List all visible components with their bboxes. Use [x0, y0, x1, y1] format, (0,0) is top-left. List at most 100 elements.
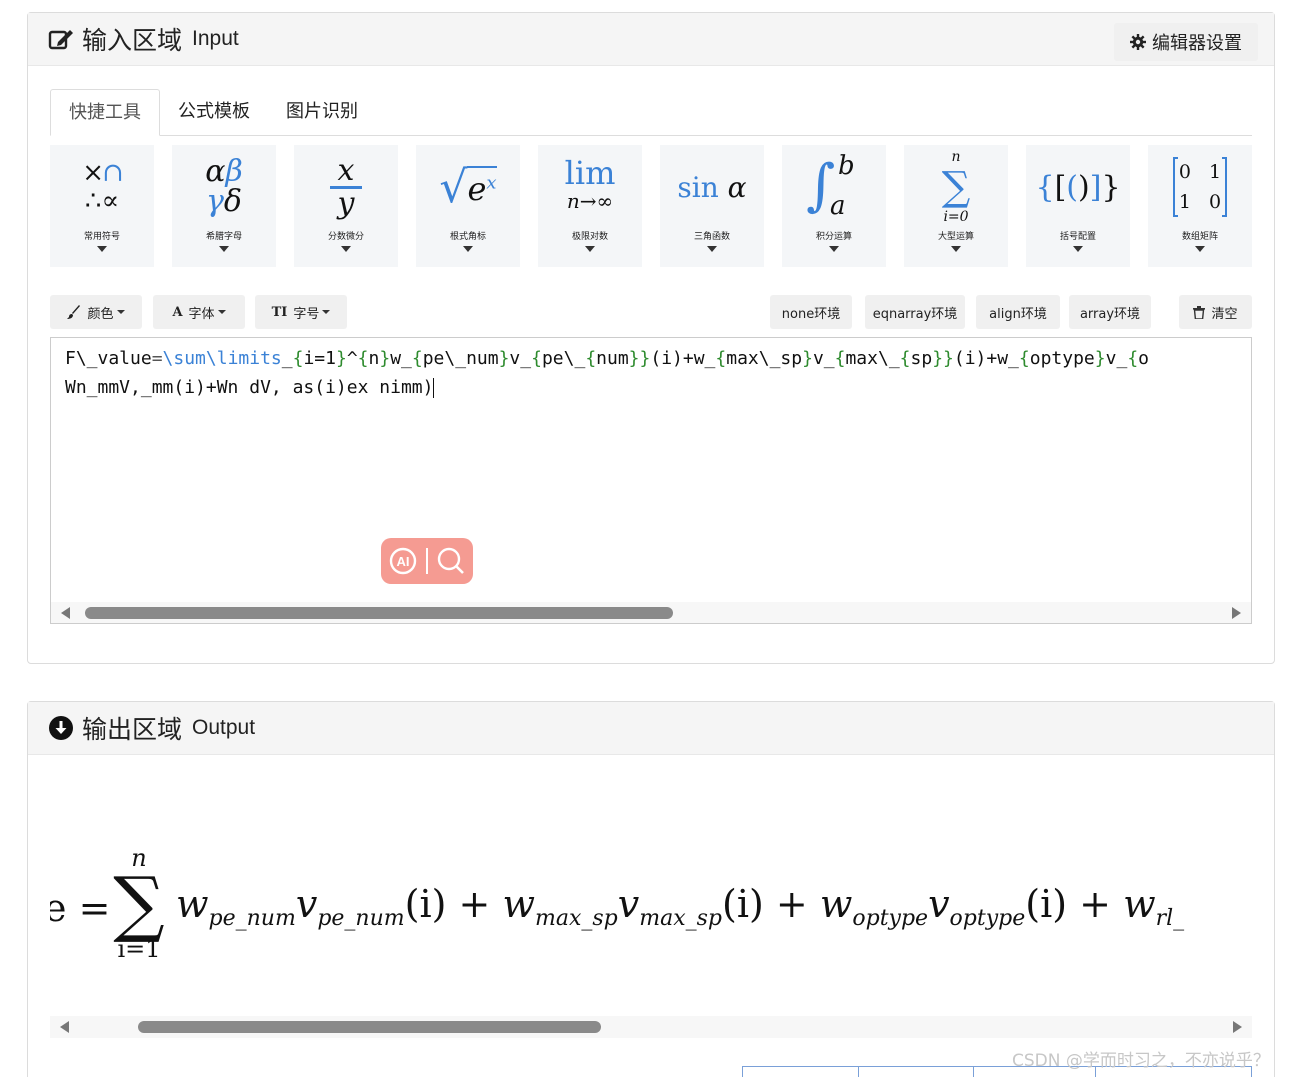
tab-quick-tools[interactable]: 快捷工具 [50, 89, 160, 136]
gear-icon [1130, 34, 1146, 50]
brackets-icon: {[()]} [1035, 169, 1121, 205]
chevron-down-icon [341, 246, 351, 252]
eqnarray-env-button[interactable]: eqnarray环境 [865, 295, 965, 329]
plus-sign: + [1079, 882, 1111, 926]
symbol-group-trig[interactable]: sin α 三角函数 [660, 145, 764, 267]
none-env-button[interactable]: none环境 [770, 295, 852, 329]
chevron-down-icon [219, 246, 229, 252]
latex-editor[interactable]: F\_value=\sum\limits_{i=1}^{n}w_{pe\_num… [50, 337, 1252, 624]
term-w-pe-sub: pe_num [208, 906, 296, 931]
symbol-group-fraction[interactable]: xy 分数微分 [294, 145, 398, 267]
arrow-circle-down-icon [49, 716, 73, 740]
symbol-group-greek[interactable]: αβ γδ 希腊字母 [172, 145, 276, 267]
integral-icon: ∫ b a [806, 151, 855, 221]
clear-label: 清空 [1211, 306, 1238, 322]
input-panel: 输入区域 Input 编辑器设置 快捷工具 公式模板 图片识别 ×∩ ∴∝ 常用… [27, 12, 1275, 664]
output-title-en: Output [192, 716, 256, 739]
ai-icon: AI [389, 547, 417, 575]
tool-tabs: 快捷工具 公式模板 图片识别 [50, 89, 1252, 136]
text-cursor [433, 378, 435, 398]
scroll-right-icon[interactable] [1232, 607, 1241, 619]
symbol-group-large-operator[interactable]: n ∑ i=0 大型运算 [904, 145, 1008, 267]
chevron-down-icon [1195, 246, 1205, 252]
chevron-down-icon [1073, 246, 1083, 252]
font-button[interactable]: A 字体 [153, 295, 245, 329]
fraction-icon: xy [330, 145, 362, 229]
symbol-group-label: 希腊字母 [205, 232, 242, 242]
trig-icon: sin α [677, 170, 747, 204]
symbol-group-common[interactable]: ×∩ ∴∝ 常用符号 [50, 145, 154, 267]
input-panel-title: 输入区域 Input [48, 21, 239, 57]
font-size-button[interactable]: TI 字号 [255, 295, 347, 329]
chevron-down-icon [829, 246, 839, 252]
scrollbar-thumb[interactable] [85, 607, 673, 619]
term-v-max: v [617, 882, 640, 926]
font-a-icon: A [172, 304, 183, 320]
symbol-group-label: 大型运算 [937, 232, 974, 242]
ai-search-badge[interactable]: AI [381, 538, 473, 584]
symbol-group-row: ×∩∴∝ 常用符号 αβγδ 希腊字母 xy 分数微分 √ex 根式角标 [50, 145, 1252, 267]
formula-lead-text: e = [50, 886, 111, 930]
summation: n ∑ i=1 [108, 846, 170, 962]
chevron-down-icon [217, 310, 226, 314]
svg-text:AI: AI [397, 554, 410, 569]
output-horizontal-scrollbar[interactable] [50, 1016, 1252, 1038]
chevron-down-icon [322, 310, 331, 314]
term-w-max-sub: max_sp [535, 906, 618, 931]
symbol-group-radical[interactable]: √ ex 根式角标 [416, 145, 520, 267]
clear-button[interactable]: 清空 [1179, 295, 1252, 329]
text-height-icon: TI [271, 304, 288, 320]
scroll-left-icon[interactable] [60, 1021, 69, 1033]
symbol-group-matrix[interactable]: 0 11 0 数组矩阵 [1148, 145, 1252, 267]
sigma-symbol: ∑ [113, 861, 165, 945]
editor-horizontal-scrollbar[interactable] [51, 602, 1251, 623]
search-icon [437, 547, 464, 574]
matrix-icon: 0 11 0 [1172, 145, 1228, 229]
chevron-down-icon [97, 246, 107, 252]
term-v-pe: v [295, 882, 318, 926]
sum-icon: n ∑ i=0 [941, 149, 971, 225]
scroll-right-icon[interactable] [1233, 1021, 1242, 1033]
term-arg: (i) [1025, 882, 1068, 926]
color-button[interactable]: 颜色 [50, 295, 142, 329]
symbol-group-brackets[interactable]: {[()]} 括号配置 [1026, 145, 1130, 267]
plus-sign: + [775, 882, 808, 926]
array-env-button[interactable]: array环境 [1069, 295, 1151, 329]
formula-terms: wpe_numvpe_num(i) + wmax_spvmax_sp(i) + … [176, 882, 1184, 931]
editor-line-2-text: Wn_mmV,_mm(i)+Wn dV, as(i)ex nimm) [65, 377, 434, 398]
limit-icon: lim n→∞ [564, 154, 616, 213]
symbol-group-label: 括号配置 [1059, 232, 1096, 242]
editor-settings-button[interactable]: 编辑器设置 [1114, 23, 1258, 61]
font-size-label: 字号 [293, 306, 320, 322]
editor-settings-label: 编辑器设置 [1152, 33, 1242, 54]
chevron-down-icon [463, 246, 473, 252]
greek-letters-icon: αβ γδ [205, 154, 243, 219]
symbol-group-label: 常用符号 [83, 232, 120, 242]
output-title-cn: 输出区域 [82, 715, 183, 744]
chevron-down-icon [585, 246, 595, 252]
symbol-group-integral[interactable]: ∫ b a 积分运算 [782, 145, 886, 267]
color-label: 颜色 [87, 306, 114, 322]
chevron-down-icon [116, 310, 125, 314]
input-title-cn: 输入区域 [82, 26, 183, 55]
formula-lead: e = [50, 886, 110, 930]
align-env-button[interactable]: align环境 [976, 295, 1060, 329]
symbol-group-label: 极限对数 [571, 232, 608, 242]
scrollbar-thumb[interactable] [138, 1021, 601, 1033]
output-panel: 输出区域 Output e = n ∑ i=1 wpe_numvpe_num(i… [27, 701, 1275, 1077]
symbol-group-label: 根式角标 [449, 232, 486, 242]
editor-toolbar: 颜色 A 字体 TI 字号 none环境 eqnarray环境 align环境 … [50, 295, 1252, 331]
output-panel-title: 输出区域 Output [48, 710, 255, 746]
font-label: 字体 [188, 306, 215, 322]
symbol-group-limit[interactable]: lim n→∞ 极限对数 [538, 145, 642, 267]
tab-formula-templates[interactable]: 公式模板 [160, 89, 268, 136]
brush-icon [67, 305, 81, 319]
symbol-group-label: 积分运算 [815, 232, 852, 242]
tab-image-recognition[interactable]: 图片识别 [268, 89, 376, 136]
bottom-tab[interactable] [858, 1066, 973, 1077]
common-symbols-icon: ×∩ ∴∝ [82, 158, 124, 216]
scroll-left-icon[interactable] [61, 607, 70, 619]
term-w-optype: w [819, 882, 853, 926]
bottom-tab[interactable] [742, 1066, 858, 1077]
symbol-group-label: 数组矩阵 [1181, 232, 1218, 242]
